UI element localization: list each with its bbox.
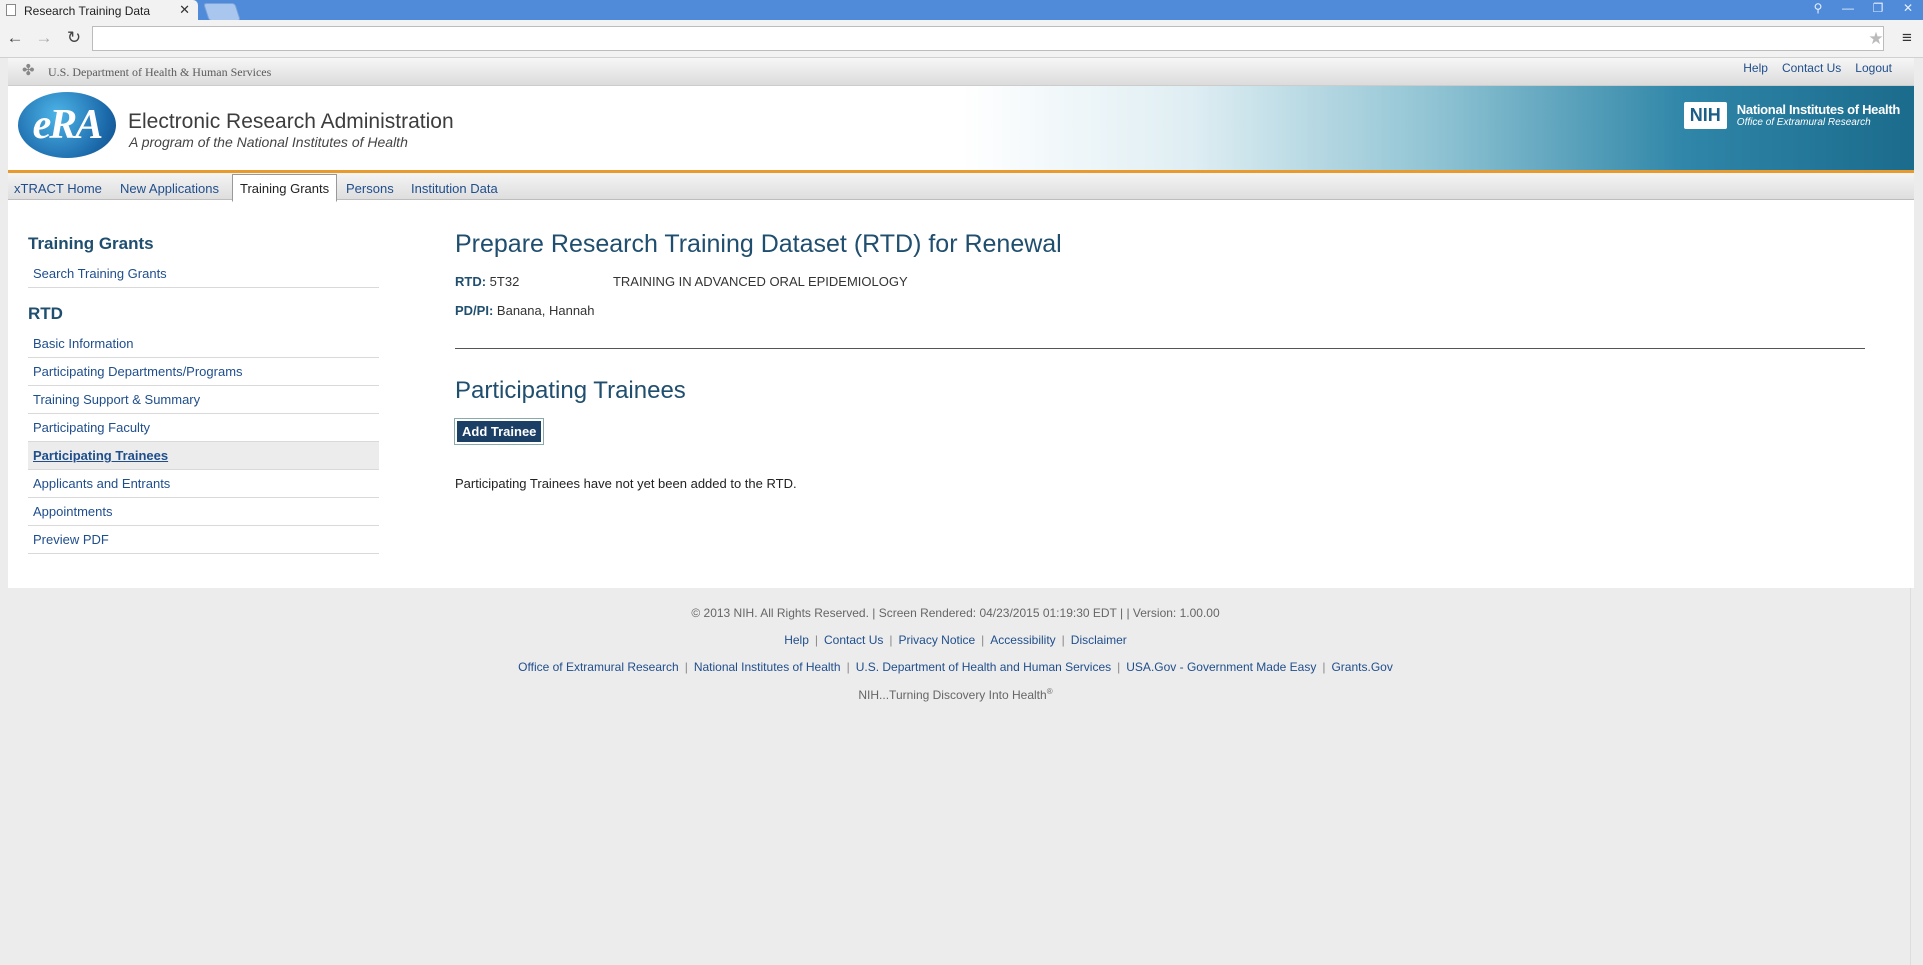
page-title: Prepare Research Training Dataset (RTD) … bbox=[455, 230, 1062, 258]
section-divider bbox=[455, 348, 1865, 349]
close-tab-icon[interactable]: ✕ bbox=[179, 2, 190, 18]
pi-row: PD/PI: Banana, Hannah bbox=[455, 303, 1865, 318]
sidebar-item-basic-information[interactable]: Basic Information bbox=[28, 330, 379, 358]
util-help-link[interactable]: Help bbox=[1743, 61, 1768, 75]
footer-disclaimer-link[interactable]: Disclaimer bbox=[1071, 633, 1127, 647]
util-logout-link[interactable]: Logout bbox=[1855, 61, 1892, 75]
footer-oer-link[interactable]: Office of Extramural Research bbox=[518, 660, 679, 674]
reload-icon[interactable]: ↻ bbox=[63, 27, 85, 49]
sidebar-item-training-support[interactable]: Training Support & Summary bbox=[28, 386, 379, 414]
rtd-label: RTD: bbox=[455, 274, 487, 289]
footer-usagov-link[interactable]: USA.Gov - Government Made Easy bbox=[1126, 660, 1316, 674]
forward-icon[interactable]: → bbox=[33, 27, 55, 49]
minimize-icon[interactable]: — bbox=[1833, 0, 1863, 18]
tab-title: Research Training Data bbox=[24, 3, 151, 18]
nav-persons[interactable]: Persons bbox=[340, 177, 400, 200]
add-trainee-button[interactable]: Add Trainee bbox=[453, 418, 545, 445]
footer-contact-link[interactable]: Contact Us bbox=[824, 633, 883, 647]
main-content: Prepare Research Training Dataset (RTD) … bbox=[453, 230, 1865, 491]
hhs-name[interactable]: U.S. Department of Health & Human Servic… bbox=[48, 65, 271, 80]
era-banner: eRA Electronic Research Administration A… bbox=[8, 86, 1914, 173]
footer-nih-link[interactable]: National Institutes of Health bbox=[694, 660, 841, 674]
footer-tagline: NIH...Turning Discovery Into Health® bbox=[0, 687, 1911, 702]
tagline-text: NIH...Turning Discovery Into Health bbox=[858, 688, 1047, 702]
registered-mark: ® bbox=[1046, 687, 1053, 696]
hhs-eagle-icon: ✤ bbox=[22, 62, 35, 79]
nav-xtract-home[interactable]: xTRACT Home bbox=[8, 177, 108, 200]
nih-logo-box: NIH bbox=[1683, 102, 1727, 129]
era-logo[interactable]: eRA bbox=[18, 92, 116, 158]
footer-help-link[interactable]: Help bbox=[784, 633, 809, 647]
footer-hhs-link[interactable]: U.S. Department of Health and Human Serv… bbox=[856, 660, 1111, 674]
bookmark-star-icon[interactable]: ★ bbox=[1864, 26, 1888, 51]
page: ✤ U.S. Department of Health & Human Serv… bbox=[8, 58, 1914, 588]
rtd-title: TRAINING IN ADVANCED ORAL EPIDEMIOLOGY bbox=[612, 274, 908, 289]
sidebar: Training Grants Search Training Grants R… bbox=[28, 230, 379, 554]
sidebar-item-participating-departments[interactable]: Participating Departments/Programs bbox=[28, 358, 379, 386]
nav-institution-data[interactable]: Institution Data bbox=[405, 177, 504, 200]
section-title: Participating Trainees bbox=[455, 377, 686, 404]
nih-office: Office of Extramural Research bbox=[1736, 117, 1871, 128]
back-icon[interactable]: ← bbox=[4, 27, 26, 49]
browser-tabstrip: Research Training Data ✕ ⚲ — ❐ ✕ bbox=[0, 0, 1923, 21]
user-icon[interactable]: ⚲ bbox=[1803, 0, 1833, 18]
browser-toolbar: ← → ↻ ★ ≡ bbox=[0, 20, 1923, 58]
browser-tab[interactable]: Research Training Data ✕ bbox=[0, 0, 198, 21]
sidebar-item-applicants-entrants[interactable]: Applicants and Entrants bbox=[28, 470, 379, 498]
page-icon bbox=[6, 4, 16, 16]
nav-new-applications[interactable]: New Applications bbox=[114, 177, 225, 200]
footer-privacy-link[interactable]: Privacy Notice bbox=[898, 633, 975, 647]
sidebar-heading-training-grants: Training Grants bbox=[28, 234, 154, 253]
banner-title: Electronic Research Administration bbox=[128, 110, 454, 133]
new-tab-button[interactable] bbox=[203, 3, 241, 21]
footer-links-primary: Help | Contact Us | Privacy Notice | Accessibi… bbox=[784, 633, 1127, 647]
browser-menu-icon[interactable]: ≡ bbox=[1897, 27, 1917, 49]
footer-copyright: © 2013 NIH. All Rights Reserved. | Scree… bbox=[691, 606, 1220, 620]
banner-subtitle: A program of the National Institutes of … bbox=[129, 134, 408, 150]
sidebar-item-appointments[interactable]: Appointments bbox=[28, 498, 379, 526]
footer: © 2013 NIH. All Rights Reserved. | Scree… bbox=[0, 606, 1911, 715]
sidebar-item-participating-trainees[interactable]: Participating Trainees bbox=[28, 442, 379, 470]
sidebar-item-preview-pdf[interactable]: Preview PDF bbox=[28, 526, 379, 554]
rtd-row: RTD: 5T32 TRAINING IN ADVANCED ORAL EPID… bbox=[455, 274, 1865, 289]
main-nav: xTRACT Home New Applications Training Gr… bbox=[8, 173, 1914, 202]
footer-links-secondary: Office of Extramural Research | National I… bbox=[518, 660, 1393, 674]
util-contact-link[interactable]: Contact Us bbox=[1782, 61, 1841, 75]
utility-links: Help Contact Us Logout bbox=[1743, 61, 1892, 75]
window-controls: ⚲ — ❐ ✕ bbox=[1803, 0, 1923, 18]
nav-training-grants[interactable]: Training Grants bbox=[232, 174, 338, 202]
restore-icon[interactable]: ❐ bbox=[1863, 0, 1893, 18]
footer-accessibility-link[interactable]: Accessibility bbox=[990, 633, 1055, 647]
nih-logo[interactable]: NIH National Institutes of Health Office… bbox=[1683, 102, 1901, 129]
nih-name: National Institutes of Health bbox=[1736, 102, 1901, 117]
sidebar-item-participating-faculty[interactable]: Participating Faculty bbox=[28, 414, 379, 442]
hhs-bar: ✤ U.S. Department of Health & Human Serv… bbox=[8, 58, 1914, 86]
empty-message: Participating Trainees have not yet been… bbox=[455, 476, 797, 491]
rtd-value: 5T32 bbox=[489, 274, 520, 289]
sidebar-item-search-training-grants[interactable]: Search Training Grants bbox=[28, 260, 379, 288]
footer-grantsgov-link[interactable]: Grants.Gov bbox=[1331, 660, 1392, 674]
sidebar-heading-rtd: RTD bbox=[28, 304, 63, 323]
pi-label: PD/PI: bbox=[455, 303, 494, 318]
pi-value: Banana, Hannah bbox=[496, 303, 595, 318]
address-bar[interactable] bbox=[92, 26, 1884, 51]
close-window-icon[interactable]: ✕ bbox=[1893, 0, 1923, 18]
